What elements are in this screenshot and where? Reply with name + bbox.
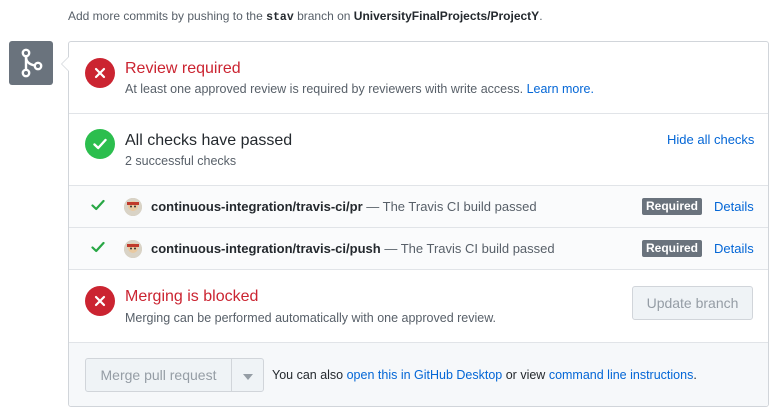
blocked-section: Merging is blocked Merging can be perfor… — [69, 270, 768, 343]
hide-all-checks-link[interactable]: Hide all checks — [667, 132, 754, 147]
blocked-text: Merging can be performed automatically w… — [125, 311, 497, 325]
branch-name: stav — [266, 11, 294, 24]
checks-title: All checks have passed — [125, 132, 293, 149]
check-icon — [85, 129, 115, 159]
merge-suffix: . — [693, 368, 697, 382]
update-branch-button[interactable]: Update branch — [632, 286, 753, 320]
check-context: continuous-integration/travis-ci/pr — Th… — [151, 199, 537, 214]
push-hint-middle: branch on — [297, 9, 351, 23]
check-name: continuous-integration/travis-ci/pr — [151, 199, 363, 214]
merge-pull-request-button[interactable]: Merge pull request — [85, 358, 232, 392]
push-hint-prefix: Add more commits by pushing to the — [68, 9, 263, 23]
command-line-instructions-link[interactable]: command line instructions — [549, 368, 694, 382]
required-badge: Required — [642, 198, 703, 215]
merge-options-dropdown[interactable] — [231, 358, 264, 392]
checks-subtitle: 2 successful checks — [125, 154, 237, 168]
checks-section: All checks have passed 2 successful chec… — [69, 114, 768, 186]
caret-down-icon — [242, 367, 253, 383]
check-icon — [91, 241, 105, 256]
review-text: At least one approved review is required… — [125, 82, 594, 96]
check-description: The Travis CI build passed — [400, 241, 555, 256]
check-row: continuous-integration/travis-ci/push — … — [69, 228, 768, 270]
check-icon — [91, 199, 105, 214]
or-view-text: or view — [505, 368, 546, 382]
review-title: Review required — [125, 60, 241, 77]
check-separator: — — [366, 199, 380, 214]
x-icon — [85, 58, 115, 88]
merge-status-box: Review required At least one approved re… — [61, 41, 769, 407]
x-icon — [85, 286, 115, 316]
check-description: The Travis CI build passed — [382, 199, 537, 214]
check-separator: — — [384, 241, 398, 256]
git-merge-icon — [9, 41, 53, 85]
details-link[interactable]: Details — [714, 241, 754, 256]
merge-alternatives: You can also open this in GitHub Desktop… — [272, 368, 697, 382]
required-badge: Required — [642, 240, 703, 257]
check-context: continuous-integration/travis-ci/push — … — [151, 241, 555, 256]
learn-more-link[interactable]: Learn more. — [527, 82, 594, 96]
details-link[interactable]: Details — [714, 199, 754, 214]
merge-footer: Merge pull request You can also open thi… — [69, 343, 768, 406]
review-description: At least one approved review is required… — [125, 82, 524, 96]
open-github-desktop-link[interactable]: open this in GitHub Desktop — [347, 368, 503, 382]
check-name: continuous-integration/travis-ci/push — [151, 241, 381, 256]
push-hint: Add more commits by pushing to the stav … — [68, 9, 543, 24]
review-section: Review required At least one approved re… — [69, 42, 768, 114]
travis-ci-avatar — [124, 198, 142, 216]
push-hint-suffix: . — [539, 9, 543, 23]
repo-name: UniversityFinalProjects/ProjectY — [353, 9, 540, 23]
check-row: continuous-integration/travis-ci/pr — Th… — [69, 186, 768, 228]
travis-ci-avatar — [124, 240, 142, 258]
blocked-title: Merging is blocked — [125, 288, 259, 305]
also-prefix: You can also — [272, 368, 344, 382]
